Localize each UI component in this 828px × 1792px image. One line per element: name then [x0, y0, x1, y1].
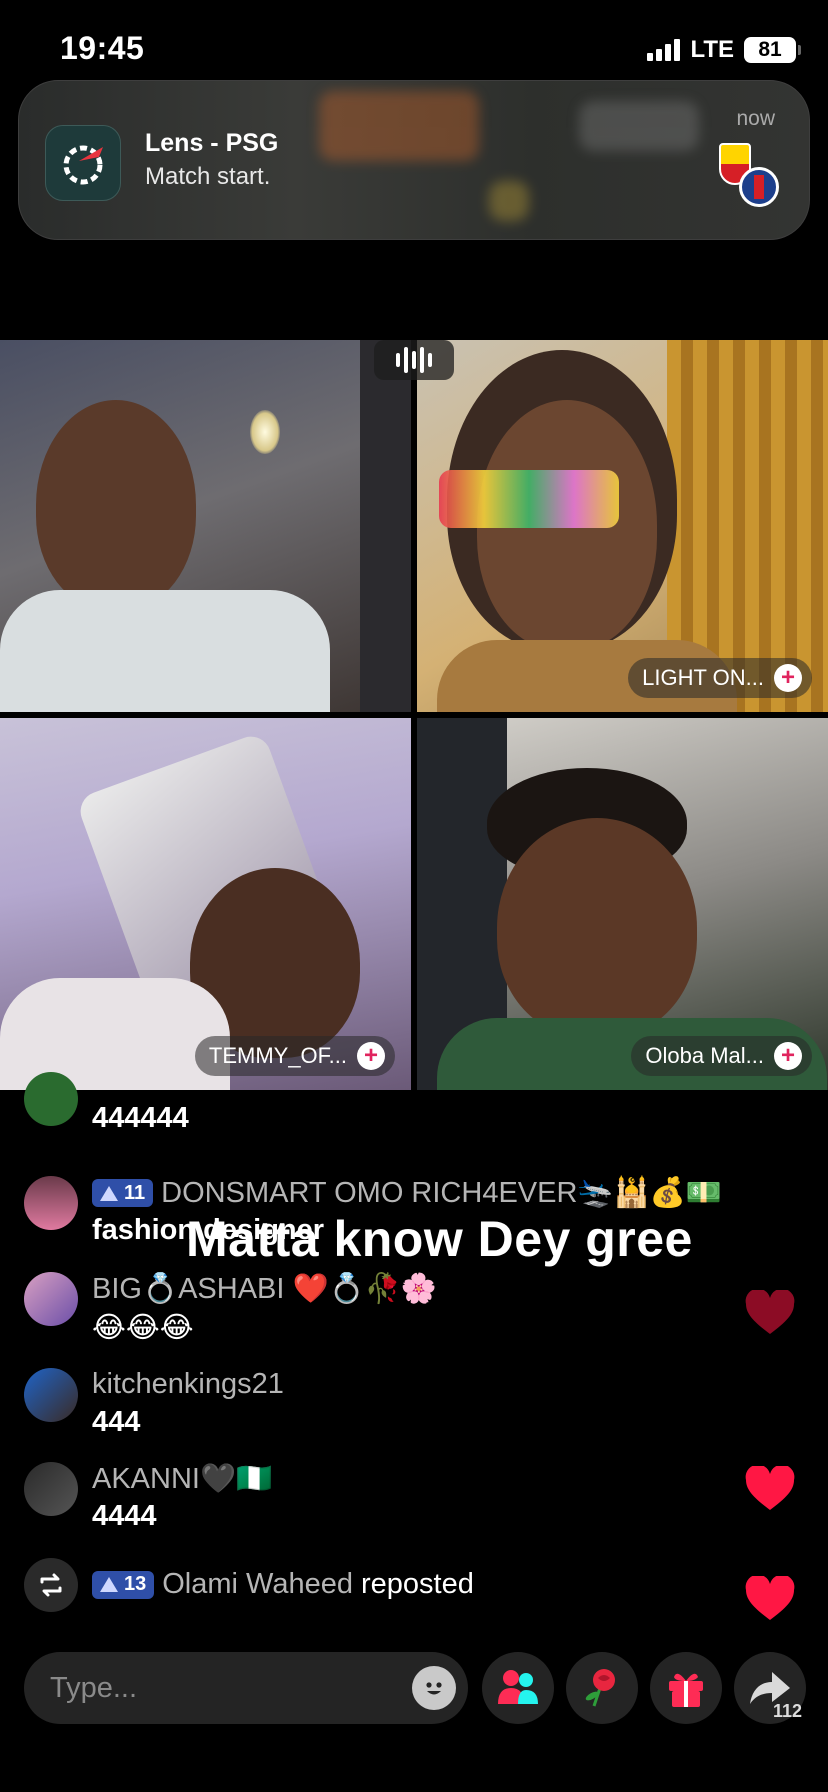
chat-username[interactable]: 11 DONSMART OMO RICH4EVER🛬🕌💰💵	[92, 1176, 722, 1210]
participant-name: TEMMY_OF...	[208, 1043, 347, 1068]
notification-time: now	[736, 107, 775, 130]
battery-icon: 81	[744, 37, 801, 63]
avatar[interactable]	[24, 1072, 78, 1126]
gift-icon	[669, 1673, 703, 1707]
status-indicators: LTE 81	[647, 36, 801, 64]
network-type: LTE	[690, 36, 734, 63]
live-chat: 444444 11 DONSMART OMO RICH4EVER🛬🕌💰💵 fas…	[0, 1072, 828, 1652]
rose-icon	[585, 1669, 615, 1707]
level-badge-value: 11	[124, 1181, 146, 1204]
video-tile-2[interactable]: LIGHT ON... +	[417, 340, 828, 712]
participant-name: Oloba Mal...	[645, 1043, 764, 1068]
participant-chip[interactable]: TEMMY_OF... +	[194, 1036, 395, 1076]
heart-icon	[745, 1290, 795, 1334]
follow-plus-icon[interactable]: +	[774, 1042, 802, 1070]
follow-plus-icon[interactable]: +	[774, 664, 802, 692]
share-count: 112	[772, 1701, 802, 1721]
heart-icon	[745, 1576, 795, 1620]
repost-action: reposted	[360, 1568, 474, 1600]
level-badge: 11	[92, 1179, 154, 1207]
chat-username[interactable]: BIG💍ASHABI ❤️💍🥀🌸	[92, 1272, 437, 1306]
level-icon	[100, 1577, 118, 1592]
comment-input[interactable]: Type...	[24, 1652, 468, 1724]
avatar[interactable]	[24, 1176, 78, 1230]
rose-gift-button[interactable]	[566, 1652, 638, 1724]
person-face	[36, 400, 196, 610]
emoji-icon[interactable]	[412, 1666, 456, 1710]
participant-chip[interactable]: Oloba Mal... +	[631, 1036, 812, 1076]
person-face	[497, 818, 697, 1038]
notification-body: Match start.	[145, 163, 271, 190]
level-icon	[100, 1185, 118, 1201]
colorful-glasses	[439, 470, 619, 528]
notification-title: Lens - PSG	[145, 129, 279, 157]
share-button[interactable]: 112	[734, 1652, 806, 1724]
video-tile-4[interactable]: Oloba Mal... +	[417, 718, 828, 1090]
person-body	[0, 590, 330, 712]
push-notification[interactable]: Lens - PSG Match start. now	[18, 80, 810, 240]
avatar[interactable]	[24, 1368, 78, 1422]
audio-wave-icon[interactable]	[374, 340, 454, 380]
invite-guests-button[interactable]	[482, 1652, 554, 1724]
chat-text: 4444	[92, 1500, 157, 1532]
video-tile-host[interactable]	[0, 340, 411, 712]
clock: 19:45	[60, 30, 145, 66]
chat-message[interactable]: kitchenkings21 444	[24, 1368, 744, 1444]
chat-message[interactable]: AKANNI🖤🇳🇬 4444	[24, 1462, 744, 1542]
input-placeholder: Type...	[50, 1671, 138, 1704]
video-tile-3[interactable]: TEMMY_OF... +	[0, 718, 411, 1090]
repost-line: 13 Olami Waheed reposted	[92, 1568, 474, 1601]
chat-text: 😂😂😂	[92, 1312, 194, 1344]
heart-icon	[745, 1466, 795, 1510]
psg-crest-icon	[739, 167, 779, 207]
cellular-signal-icon	[647, 39, 681, 61]
wall-lamp	[250, 410, 280, 454]
participant-chip[interactable]: LIGHT ON... +	[628, 658, 812, 698]
level-badge: 13	[92, 1570, 155, 1599]
chat-message[interactable]: 444444	[24, 1072, 744, 1146]
live-video-grid: LIGHT ON... + TEMMY_OF... + Oloba Mal...…	[0, 340, 828, 1090]
gift-button[interactable]	[650, 1652, 722, 1724]
chat-username-text: DONSMART OMO RICH4EVER🛬🕌💰💵	[161, 1177, 722, 1209]
chat-text: 444	[92, 1406, 141, 1438]
chat-message[interactable]: BIG💍ASHABI ❤️💍🥀🌸 😂😂😂	[24, 1272, 744, 1356]
overlay-caption: Matta know Dey gree	[186, 1211, 693, 1267]
people-icon	[498, 1670, 538, 1704]
participant-name: LIGHT ON...	[642, 665, 764, 690]
chat-repost[interactable]: 13 Olami Waheed reposted	[24, 1558, 744, 1618]
chat-username-text[interactable]: Olami Waheed	[162, 1568, 353, 1601]
bottom-bar: Type... 112	[0, 1650, 828, 1730]
chat-username[interactable]: kitchenkings21	[92, 1368, 284, 1401]
avatar[interactable]	[24, 1272, 78, 1326]
avatar[interactable]	[24, 1462, 78, 1516]
chat-text: 444444	[92, 1102, 189, 1134]
chat-username[interactable]: AKANNI🖤🇳🇬	[92, 1462, 272, 1496]
battery-level: 81	[758, 38, 782, 61]
follow-plus-icon[interactable]: +	[357, 1042, 385, 1070]
repost-icon	[24, 1558, 78, 1612]
level-badge-value: 13	[124, 1573, 147, 1595]
sports-app-icon	[45, 125, 121, 201]
